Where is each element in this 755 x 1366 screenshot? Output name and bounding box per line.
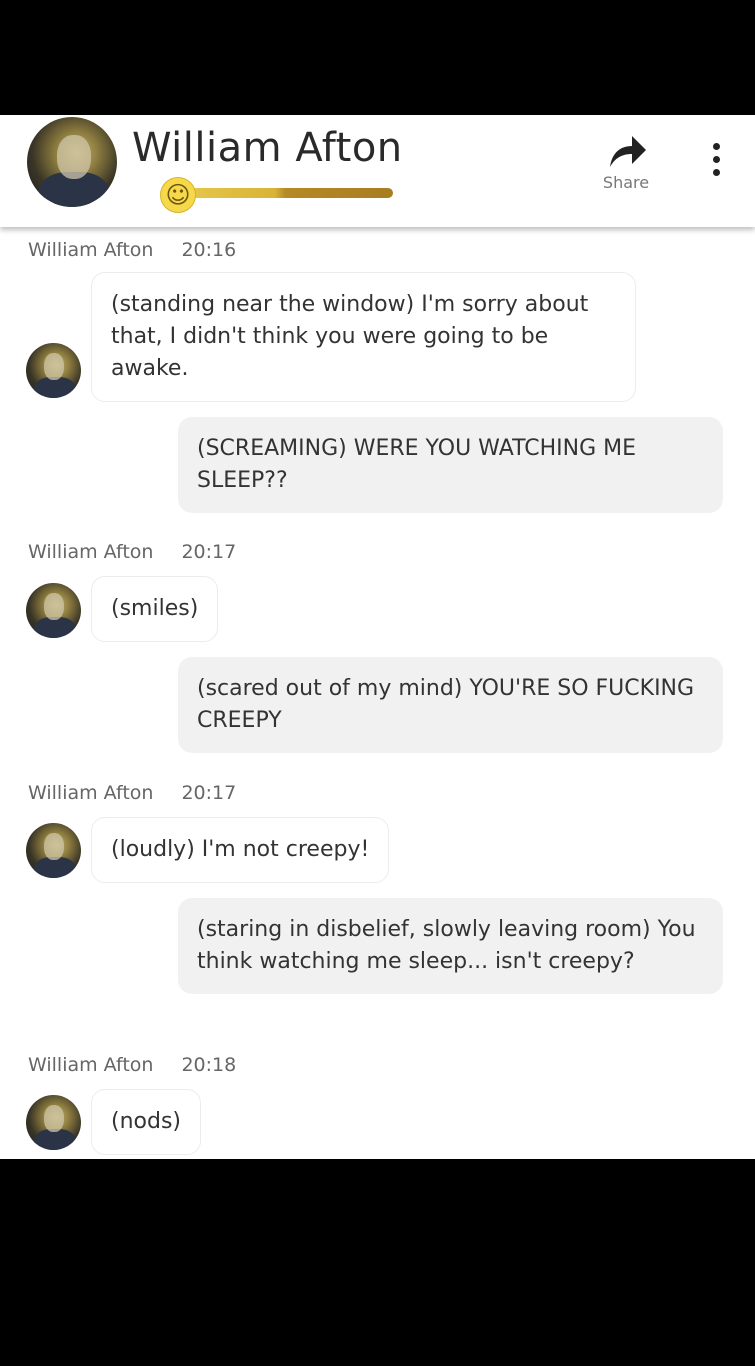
incoming-message[interactable]: (standing near the window) I'm sorry abo… xyxy=(91,272,636,402)
character-avatar[interactable] xyxy=(27,117,117,207)
message-time: 20:16 xyxy=(181,239,237,261)
sender-avatar[interactable] xyxy=(26,343,81,398)
smiley-icon: ☺ xyxy=(160,177,196,213)
sender-avatar[interactable] xyxy=(26,1095,81,1150)
message-meta: William Afton 20:18 xyxy=(28,1054,236,1076)
message-meta: William Afton 20:17 xyxy=(28,782,236,804)
sender-name: William Afton xyxy=(28,239,154,261)
share-arrow-icon xyxy=(610,136,646,167)
more-vertical-icon[interactable] xyxy=(702,143,730,183)
sender-name: William Afton xyxy=(28,782,154,804)
incoming-message[interactable]: (smiles) xyxy=(91,576,219,642)
message-time: 20:17 xyxy=(181,782,237,804)
character-name[interactable]: William Afton xyxy=(132,125,403,171)
outgoing-message[interactable]: (staring in disbelief, slowly leaving ro… xyxy=(178,898,723,994)
chat-screen: William Afton ☺ Share William Afton 20:16… xyxy=(0,115,755,1159)
sender-name: William Afton xyxy=(28,1054,154,1076)
sender-avatar[interactable] xyxy=(26,823,81,878)
outgoing-message[interactable]: (scared out of my mind) YOU'RE SO FUCKIN… xyxy=(178,657,723,753)
mood-meter xyxy=(178,188,393,198)
sender-name: William Afton xyxy=(28,541,154,563)
message-time: 20:18 xyxy=(181,1054,237,1076)
sender-avatar[interactable] xyxy=(26,583,81,638)
outgoing-message[interactable]: (SCREAMING) WERE YOU WATCHING ME SLEEP?? xyxy=(178,417,723,513)
chat-header: William Afton ☺ Share xyxy=(0,115,755,227)
message-time: 20:17 xyxy=(181,541,237,563)
message-meta: William Afton 20:16 xyxy=(28,239,236,261)
incoming-message[interactable]: (loudly) I'm not creepy! xyxy=(91,817,390,883)
share-button[interactable]: Share xyxy=(596,133,656,193)
incoming-message[interactable]: (nods) xyxy=(91,1089,201,1155)
share-label: Share xyxy=(602,173,650,192)
message-meta: William Afton 20:17 xyxy=(28,541,236,563)
